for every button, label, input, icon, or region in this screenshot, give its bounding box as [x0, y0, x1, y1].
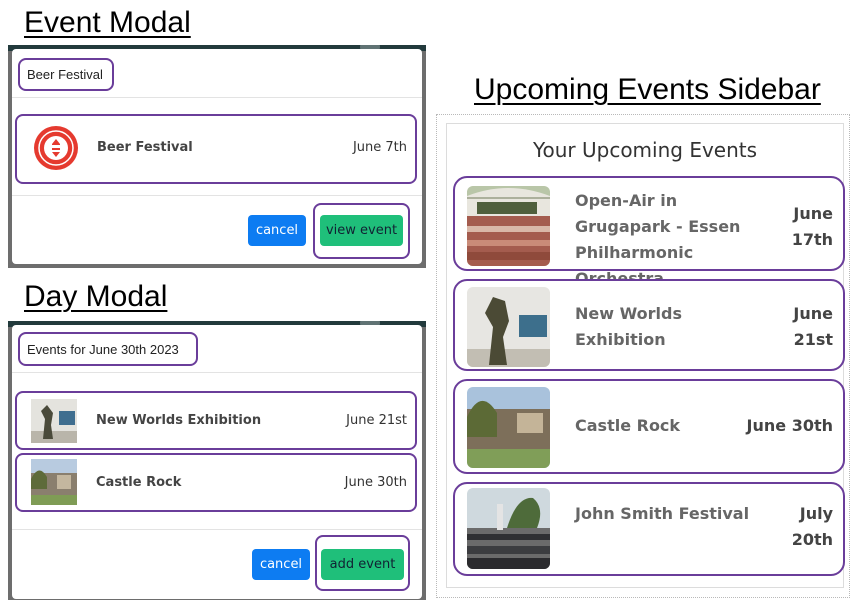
event-thumbnail: [31, 459, 77, 505]
day-modal-heading: Day Modal: [24, 280, 168, 313]
day-modal-event-name: Castle Rock: [96, 475, 182, 490]
sidebar-event-date: June 30th: [746, 416, 833, 435]
sidebar-event-name: John Smith Festival: [575, 504, 750, 523]
event-modal-title: Beer Festival: [18, 58, 114, 91]
sidebar-heading: Upcoming Events Sidebar: [474, 73, 821, 106]
view-event-button[interactable]: view event: [320, 215, 403, 246]
sidebar-event-card[interactable]: New Worlds Exhibition June 21st: [453, 279, 845, 371]
event-thumbnail: [467, 287, 550, 367]
event-thumbnail: [467, 387, 550, 468]
sidebar-event-card[interactable]: Open-Air in Grugapark - Essen Philharmon…: [453, 176, 845, 288]
day-modal-event-row[interactable]: Castle Rock June 30th: [15, 453, 417, 512]
day-modal-cancel-button[interactable]: cancel: [252, 549, 310, 580]
event-modal-heading: Event Modal: [24, 6, 191, 39]
sidebar-event-date: June 17th: [791, 204, 833, 249]
add-event-button[interactable]: add event: [321, 549, 404, 580]
event-thumbnail: [467, 186, 550, 266]
event-modal-cancel-button[interactable]: cancel: [248, 215, 306, 246]
sidebar-event-name: New Worlds Exhibition: [575, 304, 683, 349]
sidebar-event-date: July 20th: [791, 504, 833, 549]
event-modal-event-row[interactable]: Beer Festival June 7th: [15, 114, 417, 184]
event-modal-title-text: Beer Festival: [27, 67, 103, 82]
sidebar-event-card[interactable]: Castle Rock June 30th: [453, 379, 845, 474]
event-modal-event-name: Beer Festival: [97, 140, 193, 155]
day-modal-event-date: June 30th: [344, 475, 407, 490]
day-modal-event-name: New Worlds Exhibition: [96, 413, 262, 428]
festival-badge-icon: [33, 125, 79, 171]
day-modal-title: Events for June 30th 2023: [18, 332, 198, 366]
sidebar-event-card[interactable]: John Smith Festival July 20th: [453, 482, 845, 576]
event-thumbnail: [467, 488, 550, 569]
day-modal-title-text: Events for June 30th 2023: [27, 341, 179, 357]
day-modal-event-date: June 21st: [346, 413, 407, 428]
sidebar-title: Your Upcoming Events: [532, 138, 758, 162]
day-modal-event-row[interactable]: New Worlds Exhibition June 21st: [15, 391, 417, 450]
sidebar-event-name: Open-Air in Grugapark - Essen Philharmon…: [575, 191, 741, 288]
event-thumbnail: [31, 399, 77, 443]
event-modal-event-date: June 7th: [352, 140, 407, 155]
sidebar-event-date: June 21st: [793, 304, 833, 349]
